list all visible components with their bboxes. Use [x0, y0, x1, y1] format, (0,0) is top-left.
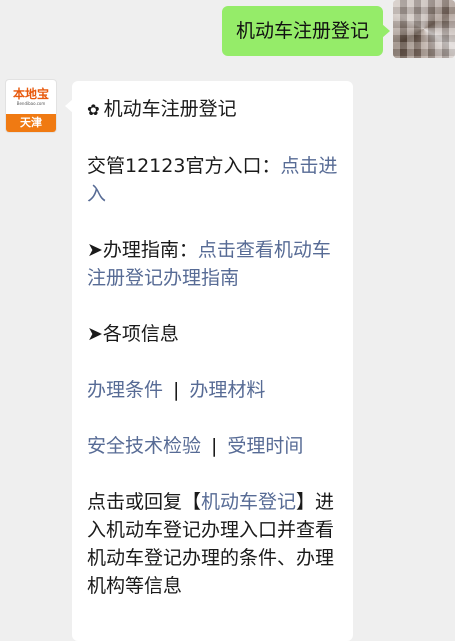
separator: | [211, 435, 218, 457]
safety-inspection-link[interactable]: 安全技术检验 [87, 435, 201, 457]
bot-avatar[interactable]: 本地宝 Bendibao.com 天津 [6, 80, 56, 132]
tip-text: 点击或回复【机动车登记】进入机动车登记办理入口并查看机动车登记办理的条件、办理机… [87, 488, 339, 600]
entry-line: 交管12123官方入口：点击进入 [87, 152, 339, 208]
info-links-row-1: 办理条件 | 办理材料 [87, 376, 339, 404]
bot-logo: 本地宝 Bendibao.com [6, 80, 56, 114]
bot-logo-text: 本地宝 [12, 86, 49, 101]
avatar-pixelation [393, 0, 455, 58]
entry-prefix: 交管12123官方入口： [87, 155, 281, 177]
acceptance-time-link[interactable]: 受理时间 [227, 435, 303, 457]
reply-heading: ✿ 机动车注册登记 [87, 95, 339, 124]
info-links-row-2: 安全技术检验 | 受理时间 [87, 432, 339, 460]
reply-heading-text: 机动车注册登记 [103, 98, 237, 120]
materials-link[interactable]: 办理材料 [189, 379, 265, 401]
user-message-row: 机动车注册登记 [0, 0, 455, 60]
bot-reply-bubble: ✿ 机动车注册登记 交管12123官方入口：点击进入 ➤办理指南：点击查看机动车注… [65, 81, 353, 641]
bot-logo-subtext: Bendibao.com [16, 100, 46, 106]
guide-line: ➤办理指南：点击查看机动车注册登记办理指南 [87, 236, 339, 292]
bot-city-label: 天津 [6, 114, 56, 132]
user-message-bubble[interactable]: 机动车注册登记 [221, 6, 391, 56]
conditions-link[interactable]: 办理条件 [87, 379, 163, 401]
flower-icon: ✿ [87, 101, 100, 119]
separator: | [173, 379, 180, 401]
tip-prefix: 点击或回复【 [87, 491, 202, 513]
info-heading: ➤各项信息 [87, 323, 179, 345]
guide-prefix: ➤办理指南： [87, 239, 198, 261]
user-avatar[interactable] [393, 0, 455, 58]
keyword-link[interactable]: 机动车登记 [201, 491, 296, 513]
